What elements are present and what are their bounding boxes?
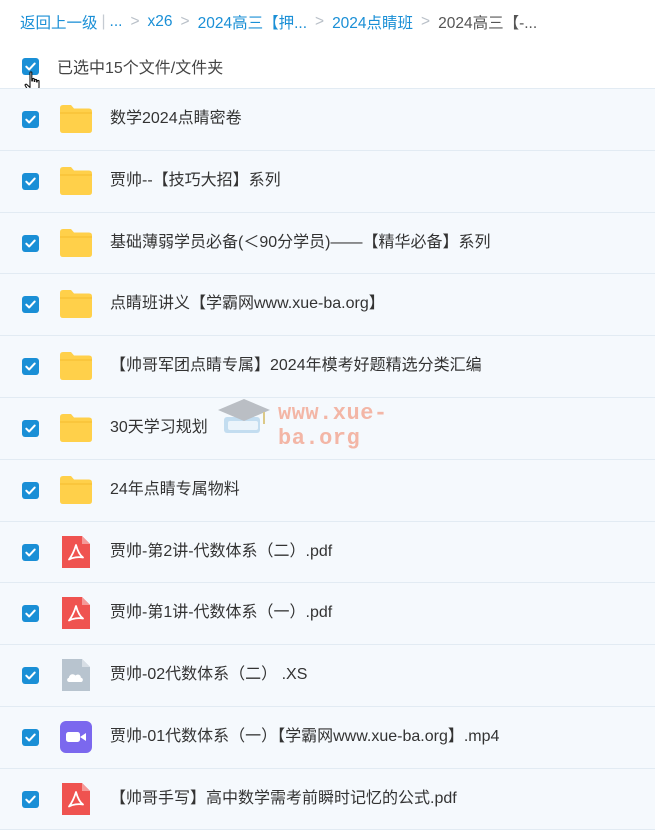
row-checkbox[interactable] bbox=[22, 728, 39, 746]
folder-icon bbox=[58, 287, 94, 321]
pdf-file-icon bbox=[58, 596, 94, 630]
file-name[interactable]: 贾帅-02代数体系（二） .XS bbox=[110, 645, 307, 705]
file-name[interactable]: 贾帅-第1讲-代数体系（一）.pdf bbox=[110, 583, 332, 643]
checkmark-icon bbox=[25, 300, 36, 309]
breadcrumb-item-dianjing[interactable]: 2024点睛班 bbox=[332, 11, 413, 33]
breadcrumb-item-x26[interactable]: x26 bbox=[148, 13, 173, 31]
breadcrumb-ellipsis[interactable]: ... bbox=[110, 13, 123, 31]
cloud-file-icon bbox=[58, 658, 94, 692]
file-row[interactable]: 点睛班讲义【学霸网www.xue-ba.org】 bbox=[0, 273, 655, 336]
file-row[interactable]: 贾帅-第1讲-代数体系（一）.pdf bbox=[0, 582, 655, 645]
pdf-file-icon bbox=[58, 782, 94, 816]
file-name[interactable]: 贾帅-01代数体系（一）【学霸网www.xue-ba.org】.mp4 bbox=[110, 707, 499, 767]
row-checkbox[interactable] bbox=[22, 419, 39, 437]
checkmark-icon bbox=[25, 548, 36, 557]
folder-icon bbox=[58, 349, 94, 383]
checkmark-icon bbox=[25, 115, 36, 124]
file-name[interactable]: 【帅哥军团点睛专属】2024年模考好题精选分类汇编 bbox=[110, 336, 482, 396]
file-row[interactable]: 贾帅-第2讲-代数体系（二）.pdf bbox=[0, 520, 655, 583]
file-row[interactable]: 数学2024点睛密卷 bbox=[0, 88, 655, 150]
row-checkbox[interactable] bbox=[22, 358, 39, 376]
watermark-text: www.xue-ba.org bbox=[278, 401, 388, 451]
folder-icon bbox=[58, 473, 94, 507]
file-name[interactable]: 数学2024点睛密卷 bbox=[110, 89, 242, 149]
checkmark-icon bbox=[25, 362, 36, 371]
video-file-icon bbox=[58, 720, 94, 754]
selection-count-label: 已选中15个文件/文件夹 bbox=[57, 60, 224, 77]
checkmark-icon bbox=[25, 424, 36, 433]
file-row[interactable]: 【帅哥手写】高中数学需考前瞬时记忆的公式.pdf bbox=[0, 767, 655, 830]
row-checkbox[interactable] bbox=[22, 296, 39, 314]
row-checkbox[interactable] bbox=[22, 543, 39, 561]
breadcrumb-item-2024-senior[interactable]: 2024高三【押... bbox=[198, 11, 307, 33]
file-row[interactable]: 【帅哥军团点睛专属】2024年模考好题精选分类汇编 bbox=[0, 335, 655, 397]
file-name[interactable]: 基础薄弱学员必备(＜90分学员)——【精华必备】系列 bbox=[110, 213, 490, 273]
watermark: www.xue-ba.org bbox=[214, 393, 454, 451]
checkmark-icon bbox=[25, 486, 36, 495]
file-list: 数学2024点睛密卷 贾帅--【技巧大招】系列 基础薄弱学员必备(＜90分学员)——… bbox=[0, 88, 655, 830]
folder-icon bbox=[58, 411, 94, 445]
chevron-right-icon: > bbox=[315, 13, 325, 30]
folder-icon bbox=[58, 226, 94, 260]
checkmark-icon bbox=[25, 177, 36, 186]
file-row[interactable]: 基础薄弱学员必备(＜90分学员)——【精华必备】系列 bbox=[0, 211, 655, 274]
file-row[interactable]: 24年点睛专属物料 bbox=[0, 458, 655, 521]
chevron-right-icon: > bbox=[421, 13, 431, 30]
file-name[interactable]: 点睛班讲义【学霸网www.xue-ba.org】 bbox=[110, 274, 385, 334]
row-checkbox[interactable] bbox=[22, 234, 39, 252]
pdf-file-icon bbox=[58, 535, 94, 569]
breadcrumb-current: 2024高三【-... bbox=[438, 15, 538, 32]
file-name[interactable]: 【帅哥手写】高中数学需考前瞬时记忆的公式.pdf bbox=[110, 769, 457, 829]
chevron-right-icon: > bbox=[180, 13, 190, 30]
back-link[interactable]: 返回上一级 bbox=[20, 11, 98, 33]
file-name[interactable]: 30天学习规划 bbox=[110, 398, 208, 458]
checkmark-icon bbox=[25, 795, 36, 804]
row-checkbox[interactable] bbox=[22, 481, 39, 499]
breadcrumb-divider: | bbox=[101, 13, 106, 30]
folder-icon bbox=[58, 102, 94, 136]
file-row[interactable]: 贾帅--【技巧大招】系列 bbox=[0, 149, 655, 212]
checkmark-icon bbox=[25, 733, 36, 742]
row-checkbox[interactable] bbox=[22, 172, 39, 190]
file-name[interactable]: 24年点睛专属物料 bbox=[110, 460, 240, 520]
checkmark-icon bbox=[25, 609, 36, 618]
file-name[interactable]: 贾帅-第2讲-代数体系（二）.pdf bbox=[110, 522, 332, 582]
file-name[interactable]: 贾帅--【技巧大招】系列 bbox=[110, 151, 281, 211]
checkmark-icon bbox=[25, 239, 36, 248]
chevron-right-icon: > bbox=[130, 13, 140, 30]
checkmark-icon bbox=[25, 671, 36, 680]
file-row[interactable]: 贾帅-01代数体系（一）【学霸网www.xue-ba.org】.mp4 bbox=[0, 705, 655, 768]
folder-icon bbox=[58, 164, 94, 198]
row-checkbox[interactable] bbox=[22, 790, 39, 808]
selection-bar: 已选中15个文件/文件夹 bbox=[0, 44, 655, 88]
breadcrumb: 返回上一级 | ... > x26 > 2024高三【押... > 2024点睛… bbox=[0, 0, 655, 44]
file-row[interactable]: 贾帅-02代数体系（二） .XS bbox=[0, 644, 655, 706]
row-checkbox[interactable] bbox=[22, 667, 39, 685]
row-checkbox[interactable] bbox=[22, 605, 39, 623]
row-checkbox[interactable] bbox=[22, 111, 39, 128]
graduation-cap-icon bbox=[218, 399, 270, 433]
